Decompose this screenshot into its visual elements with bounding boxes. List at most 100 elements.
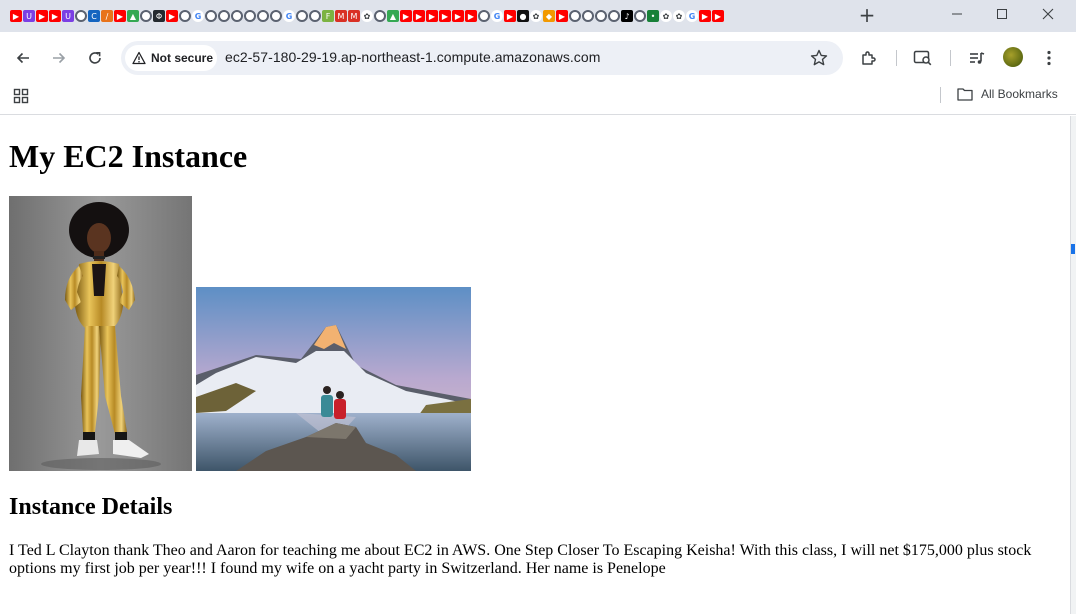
new-tab-button[interactable]: + (856, 4, 878, 26)
globe-icon[interactable] (205, 10, 217, 22)
youtube-icon[interactable]: ▶ (166, 10, 178, 22)
youtube-icon[interactable]: ▶ (465, 10, 477, 22)
gmail-icon[interactable]: M (348, 10, 360, 22)
mic-icon[interactable]: • (647, 10, 659, 22)
back-arrow-icon (16, 52, 29, 64)
close-window-button[interactable] (1037, 4, 1059, 26)
google-icon[interactable]: G (283, 10, 295, 22)
back-button[interactable] (11, 46, 35, 70)
c-icon[interactable]: C (88, 10, 100, 22)
youtube-icon[interactable]: ▶ (504, 10, 516, 22)
profile-avatar[interactable] (1003, 47, 1023, 67)
globe-icon[interactable] (569, 10, 581, 22)
globe-icon[interactable] (595, 10, 607, 22)
gmail-icon[interactable]: M (335, 10, 347, 22)
address-bar[interactable]: Not secure ec2-57-180-29-19.ap-northeast… (121, 41, 843, 75)
gh-icon[interactable]: Φ (153, 10, 165, 22)
browser-toolbar: Not secure ec2-57-180-29-19.ap-northeast… (0, 32, 1076, 84)
youtube-icon[interactable]: ▶ (439, 10, 451, 22)
tab-search-icon (913, 50, 932, 66)
maximize-icon (997, 9, 1007, 19)
close-icon (1042, 8, 1054, 20)
openai-icon[interactable]: ✿ (673, 10, 685, 22)
all-bookmarks-button[interactable]: All Bookmarks (957, 87, 1058, 101)
warning-triangle-icon (132, 51, 146, 65)
globe-icon[interactable] (608, 10, 620, 22)
youtube-icon[interactable]: ▶ (452, 10, 464, 22)
u-icon[interactable]: U (23, 10, 35, 22)
globe-icon[interactable] (218, 10, 230, 22)
page-scrollbar[interactable] (1070, 116, 1076, 614)
globe-icon[interactable] (309, 10, 321, 22)
tiktok-icon[interactable]: ♪ (621, 10, 633, 22)
media-controls-button[interactable] (965, 46, 989, 70)
puzzle-icon (862, 51, 876, 65)
youtube-icon[interactable]: ▶ (556, 10, 568, 22)
globe-icon[interactable] (374, 10, 386, 22)
globe-icon[interactable] (244, 10, 256, 22)
playlist-music-icon (970, 52, 985, 64)
scrollbar-marker (1071, 244, 1075, 254)
apps-grid-button[interactable] (13, 88, 29, 104)
globe-icon[interactable] (179, 10, 191, 22)
globe-icon[interactable] (296, 10, 308, 22)
url-text[interactable]: ec2-57-180-29-19.ap-northeast-1.compute.… (225, 49, 600, 65)
reload-button[interactable] (83, 46, 107, 70)
google-icon[interactable]: G (192, 10, 204, 22)
security-label: Not secure (151, 51, 214, 65)
youtube-icon[interactable]: ▶ (699, 10, 711, 22)
globe-icon[interactable] (257, 10, 269, 22)
star-icon (810, 49, 828, 66)
youtube-icon[interactable]: ▶ (400, 10, 412, 22)
section-title: Instance Details (9, 494, 173, 520)
globe-icon[interactable] (231, 10, 243, 22)
openai-icon[interactable]: ✿ (530, 10, 542, 22)
youtube-icon[interactable]: ▶ (114, 10, 126, 22)
openai-icon[interactable]: ✿ (361, 10, 373, 22)
f-icon[interactable]: F (322, 10, 334, 22)
woman-gold-jumpsuit-image (9, 196, 192, 471)
globe-icon[interactable] (478, 10, 490, 22)
globe-icon[interactable] (140, 10, 152, 22)
folder-icon (957, 88, 973, 101)
stripe-icon[interactable]: ∕ (101, 10, 113, 22)
toolbar-divider (896, 50, 897, 66)
globe-icon[interactable] (634, 10, 646, 22)
forward-button[interactable] (47, 46, 71, 70)
google-icon[interactable]: G (491, 10, 503, 22)
youtube-icon[interactable]: ▶ (413, 10, 425, 22)
globe-icon[interactable] (582, 10, 594, 22)
tab-strip: ▶ U ▶ ▶ U C ∕ ▶ ▲ Φ ▶ G G F M M ✿ ▲ ▶ ▶ ▶ ▶ ▶ ▶ G ▶ ● ✿ ◆ ▶ ♪ • ✿ ✿ G ▶ ▶ + (0, 0, 1076, 32)
forward-arrow-icon (53, 52, 66, 64)
google-icon[interactable]: G (686, 10, 698, 22)
u-icon[interactable]: U (62, 10, 74, 22)
drive-icon[interactable]: ▲ (127, 10, 139, 22)
youtube-icon[interactable]: ▶ (49, 10, 61, 22)
page-title: My EC2 Instance (9, 138, 248, 174)
dark-circle-icon[interactable]: ● (517, 10, 529, 22)
bookmarks-divider (940, 87, 941, 103)
youtube-icon[interactable]: ▶ (36, 10, 48, 22)
openai-icon[interactable]: ✿ (660, 10, 672, 22)
minimize-button[interactable] (946, 4, 968, 26)
tab-favicons: ▶ U ▶ ▶ U C ∕ ▶ ▲ Φ ▶ G G F M M ✿ ▲ ▶ ▶ ▶ ▶ ▶ ▶ G ▶ ● ✿ ◆ ▶ ♪ • ✿ ✿ G ▶ ▶ (10, 8, 724, 24)
youtube-icon[interactable]: ▶ (10, 10, 22, 22)
page-viewport: My EC2 Instance Instance Details I Ted L… (0, 116, 1070, 614)
all-bookmarks-label: All Bookmarks (981, 87, 1058, 101)
toolbar-divider (950, 50, 951, 66)
youtube-icon[interactable]: ▶ (426, 10, 438, 22)
reload-icon (89, 52, 101, 64)
more-vert-icon (1047, 50, 1051, 66)
youtube-icon[interactable]: ▶ (712, 10, 724, 22)
instance-details-text: I Ted L Clayton thank Theo and Aaron for… (9, 542, 1032, 577)
chrome-menu-button[interactable] (1037, 46, 1061, 70)
drive-icon[interactable]: ▲ (387, 10, 399, 22)
orange-icon[interactable]: ◆ (543, 10, 555, 22)
globe-icon[interactable] (270, 10, 282, 22)
maximize-button[interactable] (991, 4, 1013, 26)
globe-icon[interactable] (75, 10, 87, 22)
extensions-button[interactable] (857, 46, 881, 70)
security-chip[interactable]: Not secure (125, 45, 217, 71)
bookmark-star-button[interactable] (809, 48, 829, 68)
tab-search-button[interactable] (911, 46, 935, 70)
